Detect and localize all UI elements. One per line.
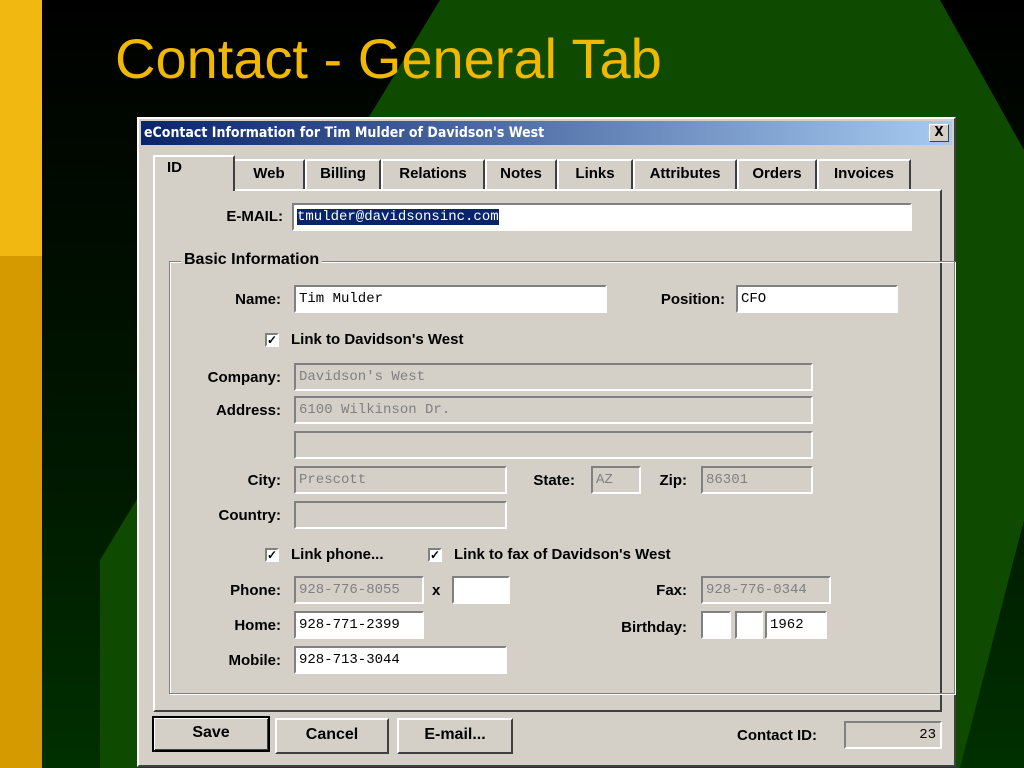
email-value: tmulder@davidsonsinc.com	[297, 209, 499, 225]
email-field[interactable]: tmulder@davidsonsinc.com	[292, 203, 912, 231]
address-line2-field[interactable]	[294, 431, 813, 459]
company-field[interactable]: Davidson's West	[294, 363, 813, 391]
cancel-button[interactable]: Cancel	[275, 718, 389, 754]
accent-strip	[0, 0, 42, 256]
email-button[interactable]: E-mail...	[397, 718, 513, 754]
tab-label: Links	[575, 165, 615, 182]
tab-billing[interactable]: Billing	[305, 159, 381, 189]
extension-field[interactable]	[452, 576, 510, 604]
state-label: State:	[533, 472, 575, 489]
country-field[interactable]	[294, 501, 507, 529]
dialog-titlebar: eContact Information for Tim Mulder of D…	[141, 121, 952, 145]
position-field[interactable]: CFO	[736, 285, 898, 313]
birthday-day-field[interactable]	[735, 611, 763, 639]
tab-orders[interactable]: Orders	[737, 159, 817, 189]
name-field[interactable]: Tim Mulder	[294, 285, 607, 313]
link-phone-label: Link phone...	[291, 546, 384, 563]
close-button[interactable]: X	[929, 124, 949, 142]
birthday-year-field[interactable]: 1962	[765, 611, 827, 639]
contact-id-field: 23	[844, 721, 942, 749]
contact-id-label: Contact ID:	[737, 727, 817, 744]
basic-info-title: Basic Information	[181, 251, 323, 269]
home-field[interactable]: 928-771-2399	[294, 611, 424, 639]
tab-id[interactable]: ID	[153, 155, 235, 191]
email-label: E-MAIL:	[226, 208, 283, 225]
name-label: Name:	[235, 291, 281, 308]
tab-notes[interactable]: Notes	[485, 159, 557, 189]
tab-attributes[interactable]: Attributes	[633, 159, 737, 189]
tab-label: ID	[167, 159, 182, 176]
tab-label: Invoices	[833, 165, 895, 182]
link-company-label: Link to Davidson's West	[291, 331, 464, 348]
address-label: Address:	[215, 402, 281, 419]
tab-label: Orders	[752, 165, 802, 182]
link-fax-label: Link to fax of Davidson's West	[454, 546, 671, 563]
slide-title: Contact - General Tab	[115, 27, 662, 90]
mobile-field[interactable]: 928-713-3044	[294, 646, 507, 674]
phone-label: Phone:	[230, 582, 281, 599]
mobile-label: Mobile:	[228, 652, 282, 669]
tab-label: Web	[253, 165, 285, 182]
phone-field[interactable]: 928-776-8055	[294, 576, 424, 604]
fax-label: Fax:	[656, 582, 687, 599]
tab-label: Notes	[500, 165, 542, 182]
extension-label: x	[432, 582, 441, 599]
contact-dialog: eContact Information for Tim Mulder of D…	[137, 117, 956, 767]
zip-field[interactable]: 86301	[701, 466, 813, 494]
address-line1-field[interactable]: 6100 Wilkinson Dr.	[294, 396, 813, 424]
zip-label: Zip:	[659, 472, 688, 489]
accent-strip-lower	[0, 256, 42, 768]
country-label: Country:	[218, 507, 282, 524]
fax-field[interactable]: 928-776-0344	[701, 576, 831, 604]
state-field[interactable]: AZ	[591, 466, 641, 494]
tab-links[interactable]: Links	[557, 159, 633, 189]
city-field[interactable]: Prescott	[294, 466, 507, 494]
link-fax-checkbox[interactable]: ✓	[428, 548, 442, 562]
birthday-month-field[interactable]	[701, 611, 731, 639]
tab-relations[interactable]: Relations	[381, 159, 485, 189]
tab-label: Relations	[399, 165, 467, 182]
tab-label: Billing	[320, 165, 366, 182]
link-company-checkbox[interactable]: ✓	[265, 333, 279, 347]
tab-invoices[interactable]: Invoices	[817, 159, 911, 189]
save-button[interactable]: Save	[152, 716, 270, 752]
city-label: City:	[247, 472, 281, 489]
company-label: Company:	[207, 369, 281, 386]
position-label: Position:	[660, 291, 725, 308]
tab-web[interactable]: Web	[233, 159, 305, 189]
dialog-title: eContact Information for Tim Mulder of D…	[144, 125, 545, 141]
home-label: Home:	[234, 617, 281, 634]
link-phone-checkbox[interactable]: ✓	[265, 548, 279, 562]
tab-label: Attributes	[649, 165, 721, 182]
birthday-label: Birthday:	[621, 619, 687, 636]
